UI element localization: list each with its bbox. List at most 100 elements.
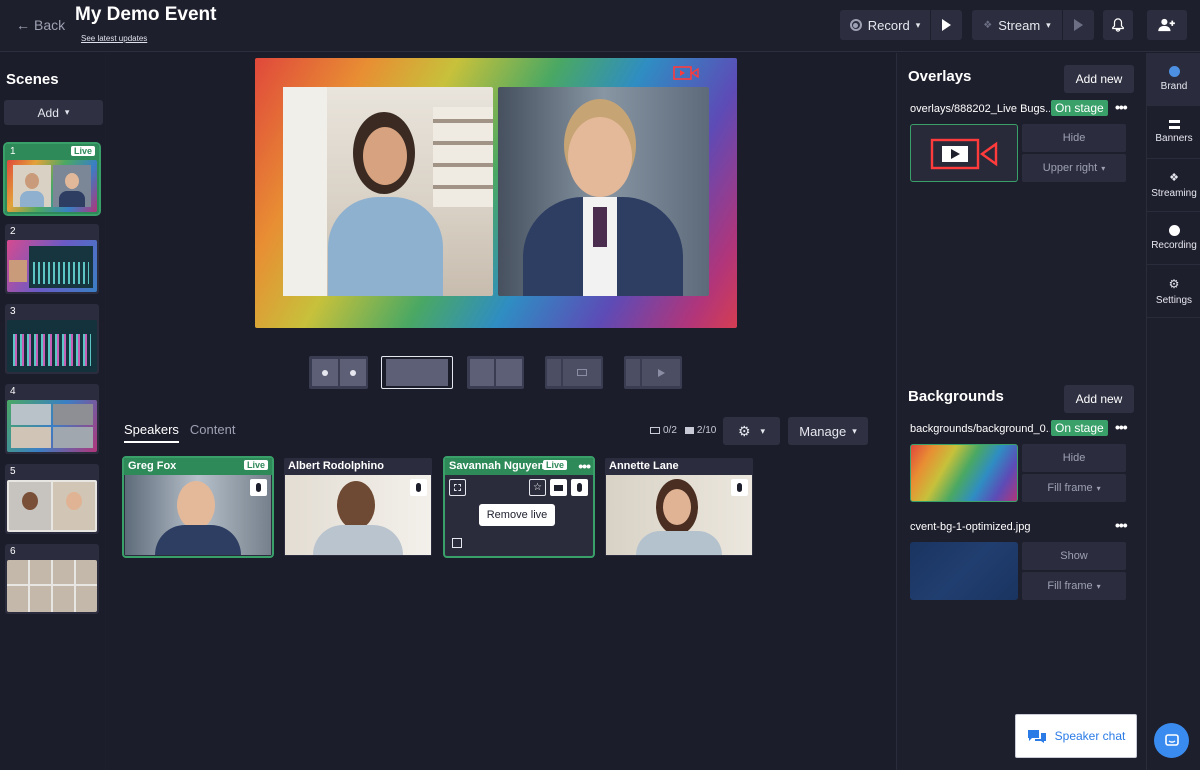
add-background-button[interactable]: Add new — [1064, 385, 1134, 413]
more-options-icon[interactable]: ••• — [578, 458, 591, 474]
favorite-button[interactable]: ☆ — [529, 479, 546, 496]
layout-option-grid-selected[interactable] — [381, 356, 453, 389]
nav-settings[interactable]: ⚙ Settings — [1147, 265, 1200, 318]
background-preview-active[interactable] — [910, 444, 1018, 502]
notifications-button[interactable] — [1103, 10, 1133, 40]
stage-settings-button[interactable]: ⚙ ▾ — [723, 417, 780, 445]
scene-thumbnail-5[interactable]: 5 — [5, 464, 99, 534]
scene-number: 5 — [10, 466, 16, 477]
stage-video-greg — [498, 87, 709, 296]
scene-thumbnail-1[interactable]: 1 Live — [3, 142, 101, 216]
stream-label: Stream — [998, 17, 1041, 33]
record-button[interactable]: Record ▾ — [840, 10, 930, 40]
more-options-icon[interactable]: ••• — [1115, 419, 1128, 435]
scene-preview — [7, 400, 97, 452]
record-label: Record — [867, 17, 910, 33]
nav-recording[interactable]: Recording — [1147, 212, 1200, 265]
nav-brand[interactable]: Brand — [1147, 53, 1200, 106]
cams-count: 2/10 — [684, 425, 716, 436]
scene-thumbnail-4[interactable]: 4 — [5, 384, 99, 454]
mic-button[interactable] — [410, 479, 427, 496]
chevron-down-icon: ▾ — [915, 19, 921, 30]
record-icon — [1168, 225, 1180, 236]
screens-count: 0/2 — [650, 425, 677, 436]
hide-background-button[interactable]: Hide — [1022, 444, 1126, 472]
manage-label: Manage — [799, 423, 847, 439]
manage-button[interactable]: Manage ▾ — [788, 417, 868, 445]
show-background-button[interactable]: Show — [1022, 542, 1126, 570]
speaker-card-albert-rodolphino[interactable]: Albert Rodolphino — [284, 458, 432, 556]
layout-option-side-by-side[interactable] — [309, 356, 368, 389]
speaker-card-greg-fox[interactable]: Greg Fox Live — [122, 456, 274, 558]
add-user-icon — [1158, 18, 1175, 32]
layout-option-spotlight[interactable] — [467, 356, 524, 389]
background-preview[interactable] — [910, 542, 1018, 600]
help-chat-button[interactable] — [1154, 723, 1189, 758]
nav-label: Streaming — [1151, 188, 1197, 199]
invite-user-button[interactable] — [1147, 10, 1187, 40]
speaker-name: Albert Rodolphino — [288, 460, 384, 472]
speaker-card-savannah-nguyen[interactable]: Savannah Nguyen Live ••• ☆ Remove live — [443, 456, 595, 558]
speaker-name: Greg Fox — [128, 460, 177, 472]
nav-streaming[interactable]: ❖ Streaming — [1147, 159, 1200, 212]
nav-label: Settings — [1155, 294, 1193, 306]
background-fit-select[interactable]: Fill frame ▾ — [1022, 572, 1126, 600]
background-fit-select[interactable]: Fill frame ▾ — [1022, 474, 1126, 502]
gears-icon: ⚙ — [1168, 276, 1180, 291]
scene-thumbnail-6[interactable]: 6 — [5, 544, 99, 614]
palette-icon — [1168, 66, 1180, 77]
speaker-chat-label: Speaker chat — [1054, 729, 1126, 743]
speaker-card-annette-lane[interactable]: Annette Lane — [605, 458, 753, 556]
overlays-backgrounds-panel: Overlays Add new overlays/888202_Live Bu… — [896, 53, 1146, 770]
more-options-icon[interactable]: ••• — [1115, 99, 1128, 115]
play-icon — [642, 359, 680, 386]
stage-video-savannah — [283, 87, 493, 296]
hide-overlay-button[interactable]: Hide — [1022, 124, 1126, 152]
fit-label: Fill frame — [1047, 580, 1093, 592]
speaker-name-bar: Savannah Nguyen Live ••• — [445, 458, 593, 475]
scene-thumbnail-3[interactable]: 3 — [5, 304, 99, 374]
grid-layout-icon — [386, 359, 448, 386]
record-control: Record ▾ — [840, 10, 962, 40]
chevron-down-icon: ▾ — [64, 107, 70, 117]
add-overlay-button[interactable]: Add new — [1064, 65, 1134, 93]
mic-button[interactable] — [250, 479, 267, 496]
microphone-icon — [737, 483, 742, 492]
stream-button[interactable]: ❖ Stream ▾ — [972, 10, 1062, 40]
layout-option-screen-share[interactable] — [545, 356, 603, 389]
chevron-down-icon: ▾ — [1046, 19, 1051, 30]
overlay-preview[interactable] — [910, 124, 1018, 182]
camera-button[interactable] — [550, 479, 567, 496]
scenes-title: Scenes — [6, 71, 59, 88]
mic-button[interactable] — [731, 479, 748, 496]
background-item-name: backgrounds/background_0... — [910, 423, 1050, 435]
nav-label: Banners — [1155, 133, 1193, 144]
scene-thumbnail-2[interactable]: 2 — [5, 224, 99, 294]
overlays-title: Overlays — [908, 68, 972, 85]
bell-icon — [1112, 18, 1124, 32]
select-checkbox[interactable] — [452, 538, 462, 548]
scene-preview — [7, 480, 97, 532]
rss-icon: ❖ — [983, 19, 993, 31]
overlay-position-select[interactable]: Upper right ▾ — [1022, 154, 1126, 182]
live-camera-overlay-icon — [930, 138, 998, 170]
tab-speakers[interactable]: Speakers — [124, 422, 179, 443]
stream-play-button[interactable] — [1063, 10, 1094, 40]
tab-content[interactable]: Content — [190, 422, 236, 443]
layout-option-video[interactable] — [624, 356, 682, 389]
record-play-button[interactable] — [931, 10, 962, 40]
more-options-icon[interactable]: ••• — [1115, 517, 1128, 533]
stage-preview[interactable] — [255, 58, 737, 328]
nav-banners[interactable]: Banners — [1147, 106, 1200, 159]
fullscreen-button[interactable] — [449, 479, 466, 496]
chevron-down-icon: ▾ — [760, 425, 766, 436]
add-scene-button[interactable]: Add ▾ — [4, 100, 103, 125]
mic-button[interactable] — [571, 479, 588, 496]
back-button[interactable]: ← Back — [16, 17, 65, 33]
live-badge: Live — [70, 146, 95, 156]
on-stage-badge: On stage — [1051, 100, 1108, 116]
speaker-chat-button[interactable]: Speaker chat — [1015, 714, 1137, 758]
latest-updates-link[interactable]: See latest updates — [81, 34, 147, 43]
nav-label: Brand — [1160, 81, 1188, 92]
remove-live-tooltip[interactable]: Remove live — [479, 504, 555, 526]
